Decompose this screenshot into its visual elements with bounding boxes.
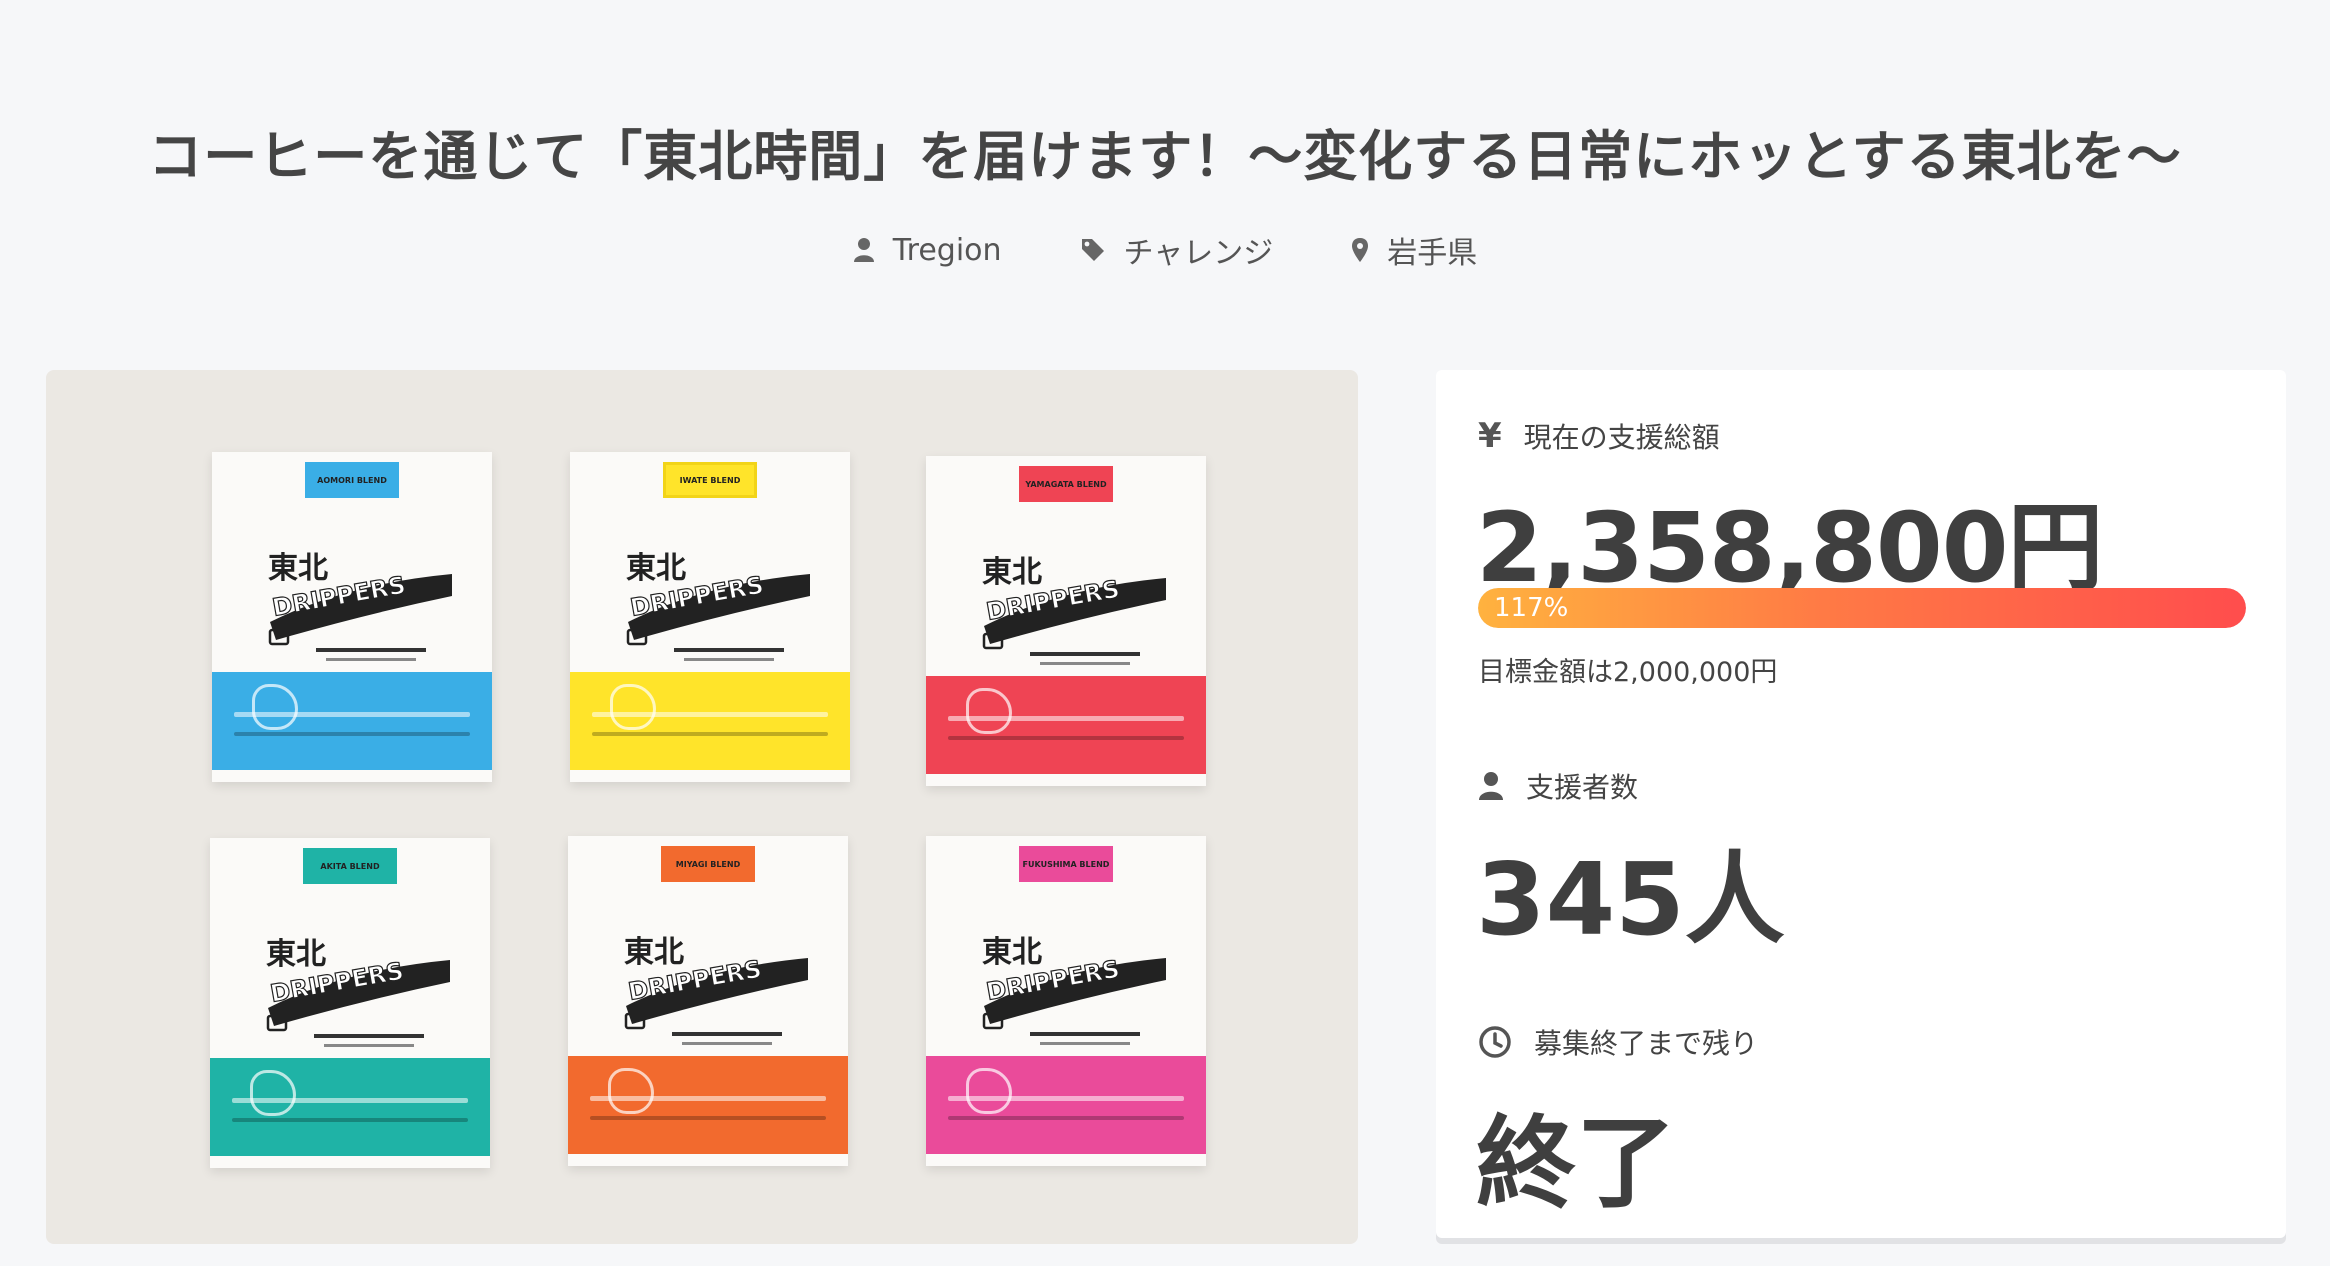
package-subtitle	[1030, 1032, 1140, 1045]
package-text-line	[948, 716, 1184, 721]
drippers-logo: 東北DRIPPERS	[626, 551, 810, 646]
svg-text:東北: 東北	[624, 935, 684, 970]
package-text-line	[234, 712, 470, 717]
supporters-label: 支援者数	[1526, 771, 1639, 804]
package-color-band	[926, 1056, 1206, 1154]
package-text-line	[592, 712, 828, 717]
progress-fill: 117%	[1478, 588, 2246, 628]
package-text-line	[948, 736, 1184, 740]
drippers-logo: 東北DRIPPERS	[624, 935, 808, 1030]
project-meta: Tregion チャレンジ 岩手県	[0, 228, 2330, 272]
package-tag: IWATE BLEND	[663, 462, 757, 498]
package-tag: AKITA BLEND	[303, 848, 397, 884]
supporter-count: 345人	[1476, 841, 1785, 958]
package-tag: MIYAGI BLEND	[661, 846, 755, 882]
package-subtitle	[1030, 652, 1140, 665]
package-color-band	[210, 1058, 490, 1156]
package-subtitle	[316, 648, 426, 661]
amount-label-row: ¥ 現在の支援総額	[1478, 416, 1720, 456]
map-pin-icon	[1352, 238, 1369, 262]
package-text-line	[232, 1118, 468, 1122]
coffee-package: YAMAGATA BLEND 東北 DRIPPERS	[926, 456, 1206, 786]
package-color-band	[212, 672, 492, 770]
coffee-package: IWATE BLEND 東北 DRIPPERS	[570, 452, 850, 782]
prefecture-map-outline	[966, 688, 1012, 734]
prefecture-map-outline	[610, 684, 656, 730]
remaining-label-row: 募集終了まで残り	[1478, 1022, 1758, 1062]
package-text-line	[948, 1116, 1184, 1120]
category-label: チャレンジ	[1123, 236, 1274, 271]
package-color-band	[568, 1056, 848, 1154]
drippers-logo: 東北DRIPPERS	[982, 935, 1166, 1030]
yen-icon: ¥	[1478, 416, 1502, 456]
package-subtitle	[672, 1032, 782, 1045]
user-icon	[1479, 772, 1503, 800]
package-tag: YAMAGATA BLEND	[1019, 466, 1113, 502]
prefecture-map-outline	[608, 1068, 654, 1114]
svg-text:東北: 東北	[982, 555, 1042, 590]
page-title: コーヒーを通じて「東北時間」を届けます！〜変化する日常にホッとする東北を〜	[148, 125, 2182, 188]
prefecture-map-outline	[966, 1068, 1012, 1114]
package-text-line	[590, 1096, 826, 1101]
svg-text:東北: 東北	[266, 937, 326, 972]
drippers-logo: 東北DRIPPERS	[982, 555, 1166, 650]
coffee-package: FUKUSHIMA BLEND 東北 DRIPPERS	[926, 836, 1206, 1166]
prefecture-map-outline	[250, 1070, 296, 1116]
svg-text:東北: 東北	[626, 551, 686, 586]
package-text-line	[234, 732, 470, 736]
package-tag: AOMORI BLEND	[305, 462, 399, 498]
goal-amount: 目標金額は2,000,000円	[1478, 657, 1778, 688]
coffee-package: AKITA BLEND 東北 DRIPPERS	[210, 838, 490, 1168]
drippers-logo: 東北DRIPPERS	[266, 937, 450, 1032]
package-subtitle	[674, 648, 784, 661]
owner-name: Tregion	[892, 232, 1002, 268]
svg-text:東北: 東北	[268, 551, 328, 586]
progress-percent: 117%	[1494, 593, 1569, 623]
package-text-line	[592, 732, 828, 736]
coffee-package: AOMORI BLEND 東北 DRIPPERS	[212, 452, 492, 782]
remaining-time: 終了	[1476, 1105, 1676, 1222]
remaining-label: 募集終了まで残り	[1534, 1027, 1759, 1060]
project-image: AOMORI BLEND 東北 DRIPPERS IWATE BLEND 東北 DRIPP…	[46, 370, 1358, 1244]
category-link[interactable]: チャレンジ	[1080, 228, 1274, 272]
location-label: 岩手県	[1387, 236, 1478, 271]
user-icon	[853, 238, 874, 262]
prefecture-map-outline	[252, 684, 298, 730]
supporters-label-row: 支援者数	[1478, 766, 1638, 806]
package-text-line	[590, 1116, 826, 1120]
location-link[interactable]: 岩手県	[1351, 228, 1477, 272]
owner-link[interactable]: Tregion	[853, 228, 1002, 272]
package-text-line	[948, 1096, 1184, 1101]
package-color-band	[570, 672, 850, 770]
svg-text:東北: 東北	[982, 935, 1042, 970]
clock-icon	[1479, 1026, 1511, 1058]
drippers-logo: 東北DRIPPERS	[268, 551, 452, 646]
package-tag: FUKUSHIMA BLEND	[1019, 846, 1113, 882]
amount-label: 現在の支援総額	[1523, 421, 1720, 454]
funding-stats-card: ¥ 現在の支援総額 2,358,800円 117% 目標金額は2,000,000…	[1436, 370, 2286, 1238]
progress-bar: 117%	[1478, 588, 2246, 628]
package-subtitle	[314, 1034, 424, 1047]
coffee-package: MIYAGI BLEND 東北 DRIPPERS	[568, 836, 848, 1166]
tag-icon	[1081, 239, 1104, 261]
package-color-band	[926, 676, 1206, 774]
package-text-line	[232, 1098, 468, 1103]
